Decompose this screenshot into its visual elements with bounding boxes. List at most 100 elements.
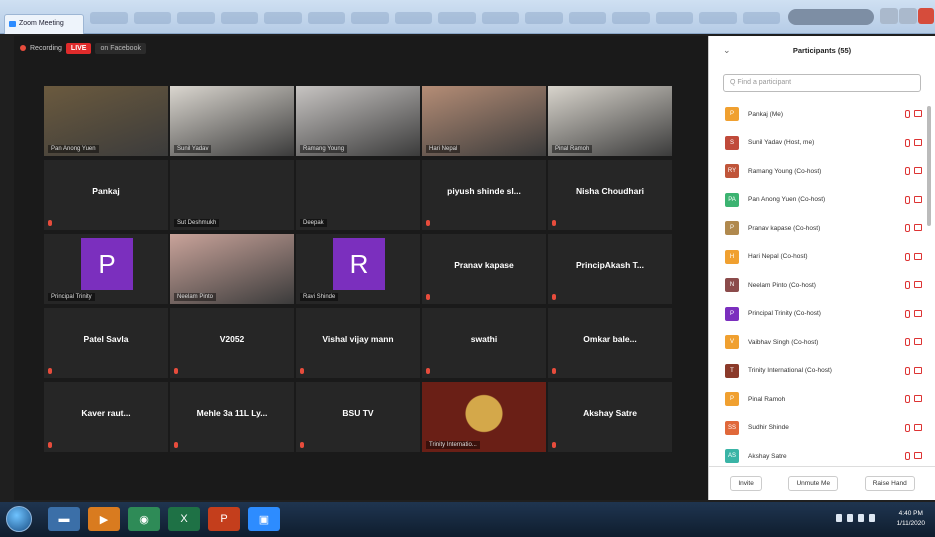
participant-tile[interactable]: Deepak xyxy=(296,160,420,230)
muted-mic-icon xyxy=(905,452,910,460)
muted-mic-icon xyxy=(48,368,52,374)
participant-tile[interactable]: PrincipAkash T... xyxy=(548,234,672,304)
live-badge[interactable]: LIVE xyxy=(65,42,92,54)
video-off-icon xyxy=(914,309,922,317)
participant-tile[interactable]: Ramang Young xyxy=(296,86,420,156)
blurred-tab[interactable] xyxy=(351,12,389,24)
excel-icon[interactable]: X xyxy=(168,507,200,531)
collapse-icon[interactable]: ⌄ xyxy=(723,45,731,56)
participant-tile[interactable]: Sunil Yadav xyxy=(170,86,294,156)
participant-tile[interactable]: Pankaj xyxy=(44,160,168,230)
participant-list-name: Trinity International (Co-host) xyxy=(748,367,832,375)
participant-list-item[interactable]: N Neelam Pinto (Co-host) xyxy=(709,271,935,300)
participant-tile[interactable]: Sut Deshmukh xyxy=(170,160,294,230)
participant-tile[interactable]: P Principal Trinity xyxy=(44,234,168,304)
participant-list-item[interactable]: P Pankaj (Me) xyxy=(709,100,935,129)
participant-tile[interactable]: Hari Nepal xyxy=(422,86,546,156)
participant-tile[interactable]: Pranav kapase xyxy=(422,234,546,304)
tray-icon[interactable] xyxy=(869,514,875,522)
raise-hand-button[interactable]: Raise Hand xyxy=(864,476,915,491)
participant-tile[interactable]: Vishal vijay mann xyxy=(296,308,420,378)
blurred-tab[interactable] xyxy=(655,12,693,24)
chrome-icon[interactable]: ◉ xyxy=(128,507,160,531)
participant-list-item[interactable]: RY Ramang Young (Co-host) xyxy=(709,157,935,186)
muted-mic-icon xyxy=(552,368,556,374)
unmute-me-button[interactable]: Unmute Me xyxy=(788,476,839,491)
participant-scrollbar[interactable] xyxy=(927,106,931,226)
muted-mic-icon xyxy=(426,368,430,374)
video-grid-row: Kaver raut... Mehle 3a 11L Ly... BSU TV Tri… xyxy=(44,382,672,452)
participant-tile[interactable]: Kaver raut... xyxy=(44,382,168,452)
participant-tile[interactable]: Pinal Ramoh xyxy=(548,86,672,156)
blurred-tab[interactable] xyxy=(264,12,302,24)
participant-list-item[interactable]: P Pinal Ramoh xyxy=(709,385,935,414)
muted-mic-icon xyxy=(905,281,910,289)
live-destination-button[interactable]: on Facebook xyxy=(95,42,146,54)
participant-name: Omkar bale... xyxy=(583,334,637,344)
muted-mic-icon xyxy=(905,167,910,175)
blurred-tab[interactable] xyxy=(133,12,171,24)
participant-tile[interactable]: Neelam Pinto xyxy=(170,234,294,304)
account-pill[interactable] xyxy=(788,9,874,25)
blurred-tab[interactable] xyxy=(525,12,563,24)
video-off-icon xyxy=(914,138,922,146)
participant-list-item[interactable]: P Principal Trinity (Co-host) xyxy=(709,300,935,329)
participant-tile[interactable]: R Ravi Shinde xyxy=(296,234,420,304)
tile-caption: Sut Deshmukh xyxy=(174,219,220,227)
muted-mic-icon xyxy=(905,338,910,346)
invite-button[interactable]: Invite xyxy=(730,476,762,491)
participant-tile[interactable]: Omkar bale... xyxy=(548,308,672,378)
participant-tile[interactable]: Nisha Choudhari xyxy=(548,160,672,230)
window-tab[interactable]: Zoom Meeting xyxy=(4,14,84,34)
tray-icon[interactable] xyxy=(858,514,864,522)
participant-tile[interactable]: Mehle 3a 11L Ly... xyxy=(170,382,294,452)
blurred-tab[interactable] xyxy=(568,12,606,24)
recording-dot-icon xyxy=(20,45,26,51)
blurred-tab[interactable] xyxy=(612,12,650,24)
blurred-tab[interactable] xyxy=(699,12,737,24)
participant-list-item[interactable]: H Hari Nepal (Co-host) xyxy=(709,243,935,272)
blurred-tab[interactable] xyxy=(90,12,128,24)
blurred-tab[interactable] xyxy=(177,12,215,24)
participant-tile[interactable]: piyush shinde sl... xyxy=(422,160,546,230)
participant-list-item[interactable]: V Vaibhav Singh (Co-host) xyxy=(709,328,935,357)
tray-icon[interactable] xyxy=(847,514,853,522)
participant-avatar: AS xyxy=(725,449,739,464)
participant-tile[interactable]: BSU TV xyxy=(296,382,420,452)
participant-list-item[interactable]: SS Sudhir Shinde xyxy=(709,414,935,443)
blurred-tab[interactable] xyxy=(307,12,345,24)
blurred-tab[interactable] xyxy=(438,12,476,24)
participant-tile[interactable]: Pan Anong Yuen xyxy=(44,86,168,156)
close-button[interactable] xyxy=(918,8,934,24)
video-off-icon xyxy=(914,338,922,345)
participant-list-item[interactable]: PA Pan Anong Yuen (Co-host) xyxy=(709,186,935,215)
participant-tile[interactable]: Patel Savla xyxy=(44,308,168,378)
zoom-icon[interactable]: ▣ xyxy=(248,507,280,531)
participant-search-input[interactable]: Q Find a participant xyxy=(723,74,921,92)
maximize-button[interactable] xyxy=(899,8,917,24)
participant-tile[interactable]: V2052 xyxy=(170,308,294,378)
participant-name: Vishal vijay mann xyxy=(322,334,394,344)
clock-date: 1/11/2020 xyxy=(896,520,925,527)
powerpoint-icon[interactable]: P xyxy=(208,507,240,531)
blurred-tab[interactable] xyxy=(481,12,519,24)
taskbar-clock[interactable]: 4:40 PM 1/11/2020 xyxy=(897,509,925,529)
tray-icon[interactable] xyxy=(836,514,842,522)
participant-tile[interactable]: Akshay Satre xyxy=(548,382,672,452)
start-button[interactable] xyxy=(6,506,32,532)
participant-list-item[interactable]: P Pranav kapase (Co-host) xyxy=(709,214,935,243)
participant-avatar: T xyxy=(725,363,739,378)
media-player-icon[interactable]: ▶ xyxy=(88,507,120,531)
participant-tile[interactable]: Trinity Internatio... xyxy=(422,382,546,452)
participant-list-item[interactable]: S Sunil Yadav (Host, me) xyxy=(709,129,935,158)
blurred-tab[interactable] xyxy=(394,12,432,24)
minimize-button[interactable] xyxy=(880,8,898,24)
blurred-tab[interactable] xyxy=(742,12,780,24)
blurred-tab[interactable] xyxy=(220,12,258,24)
participant-tile[interactable]: swathi xyxy=(422,308,546,378)
folder-icon[interactable]: ▬ xyxy=(48,507,80,531)
participant-list-item[interactable]: T Trinity International (Co-host) xyxy=(709,357,935,386)
participant-list-name: Sunil Yadav (Host, me) xyxy=(748,139,815,147)
meeting-gallery: Recording LIVE on Facebook Pan Anong Yue… xyxy=(14,36,708,500)
participant-list-name: Neelam Pinto (Co-host) xyxy=(748,281,816,289)
